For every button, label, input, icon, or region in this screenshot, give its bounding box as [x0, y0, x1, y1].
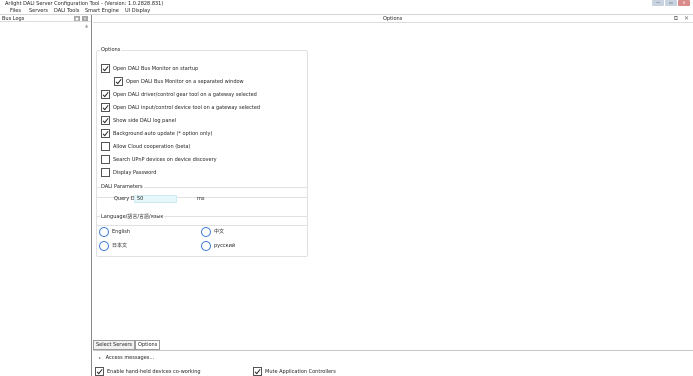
option-cloud-cooperation[interactable]: Allow Cloud cooperation (beta): [101, 141, 190, 152]
option-display-password[interactable]: Display Password: [101, 167, 156, 178]
language-label: русский: [214, 242, 236, 249]
option-label: Search UPnP devices on device discovery: [113, 156, 217, 163]
option-label: Show side DALI log panel: [113, 117, 177, 124]
option-driver-tool[interactable]: Open DALI driver/control gear tool on a …: [101, 89, 257, 100]
option-label: Background auto update (* option only): [113, 130, 213, 137]
query-delay-unit: ms: [197, 196, 205, 202]
menu-files[interactable]: Files: [10, 8, 21, 14]
checkbox-checked[interactable]: [101, 103, 110, 112]
panel-close-icon[interactable]: ✕: [82, 16, 88, 21]
language-label: 日本文: [112, 243, 128, 249]
bus-logs-title: Bus Logs: [2, 16, 25, 22]
menu-bar: Files Servers DALI Tools Smart Engine UI…: [0, 7, 693, 15]
radio-button[interactable]: [201, 226, 211, 237]
language-title: Language/語言/言語/язык: [101, 214, 164, 220]
access-messages-label: Access messages...: [105, 355, 155, 361]
enable-handheld-row[interactable]: Enable hand-held devices co-working: [95, 366, 201, 376]
language-japanese[interactable]: 日本文: [99, 240, 127, 251]
menu-smart-engine[interactable]: Smart Engine: [85, 8, 119, 14]
language-label: 中文: [214, 229, 225, 235]
title-bar: Arlight DALI Server Configuration Tool -…: [0, 0, 693, 7]
window-title: Arlight DALI Server Configuration Tool -…: [5, 0, 164, 7]
bus-logs-panel: Bus Logs ▣ ✕ ▲: [0, 15, 92, 376]
radio-button[interactable]: [201, 240, 211, 251]
language-english[interactable]: English: [99, 226, 130, 237]
menu-dali-tools[interactable]: DALI Tools: [54, 8, 79, 14]
bus-logs-header: Bus Logs ▣ ✕: [0, 15, 91, 22]
menu-ui-display[interactable]: UI Display: [125, 8, 150, 14]
dali-parameters-title: DALI Parameters: [101, 184, 143, 190]
maximize-button[interactable]: ▭: [665, 0, 677, 6]
option-label: Allow Cloud cooperation (beta): [113, 143, 191, 150]
options-header: Options ⧉ ✕: [93, 15, 693, 23]
tab-options[interactable]: Options: [135, 340, 161, 350]
options-panel-title: Options: [383, 16, 403, 22]
window-controls: — ▭ ✕: [652, 0, 690, 7]
option-label: Open DALI Bus Monitor on a separated win…: [126, 78, 244, 85]
collapse-arrow-icon[interactable]: ▸: [99, 355, 101, 360]
option-label: Display Password: [113, 169, 157, 176]
float-close-icons[interactable]: ⧉ ✕: [674, 15, 691, 23]
language-chinese[interactable]: 中文: [201, 226, 224, 237]
options-group-title: Options: [101, 47, 121, 53]
scroll-up-icon[interactable]: ▲: [85, 23, 88, 28]
minimize-button[interactable]: —: [652, 0, 664, 6]
option-upnp-search[interactable]: Search UPnP devices on device discovery: [101, 154, 217, 165]
enable-handheld-label: Enable hand-held devices co-working: [107, 368, 201, 375]
checkbox-checked[interactable]: [101, 64, 110, 73]
bottom-tab-strip: Select Servers Options: [93, 340, 161, 350]
option-label: Open DALI Bus Monitor on startup: [113, 65, 199, 72]
mute-controllers-label: Mute Application Controllers: [265, 368, 336, 375]
option-label: Open DALI driver/control gear tool on a …: [113, 91, 257, 98]
checkbox-checked[interactable]: [95, 367, 104, 376]
query-delay-input[interactable]: 50: [134, 195, 177, 203]
close-button[interactable]: ✕: [678, 0, 690, 6]
options-panel: Options ⧉ ✕ Options Open DALI Bus Monito…: [93, 15, 693, 376]
option-label: Open DALI input/control device tool on a…: [113, 104, 261, 111]
option-open-bus-monitor[interactable]: Open DALI Bus Monitor on startup: [101, 63, 198, 74]
tab-select-servers[interactable]: Select Servers: [93, 340, 136, 350]
checkbox-checked[interactable]: [101, 129, 110, 138]
menu-servers[interactable]: Servers: [29, 8, 48, 14]
language-label: English: [112, 228, 131, 235]
checkbox-checked[interactable]: [253, 367, 262, 376]
option-background-update[interactable]: Background auto update (* option only): [101, 128, 212, 139]
checkbox-checked[interactable]: [101, 116, 110, 125]
radio-button[interactable]: [99, 240, 109, 251]
bus-logs-scrollbar[interactable]: ▲: [85, 23, 90, 375]
checkbox-unchecked[interactable]: [101, 142, 110, 151]
option-input-tool[interactable]: Open DALI input/control device tool on a…: [101, 102, 260, 113]
mute-controllers-row[interactable]: Mute Application Controllers: [253, 366, 336, 376]
radio-button[interactable]: [99, 226, 109, 237]
option-show-log-panel[interactable]: Show side DALI log panel: [101, 115, 176, 126]
option-separated-window[interactable]: Open DALI Bus Monitor on a separated win…: [114, 76, 244, 87]
checkbox-unchecked[interactable]: [101, 155, 110, 164]
checkbox-unchecked[interactable]: [101, 168, 110, 177]
language-russian[interactable]: русский: [201, 240, 235, 251]
checkbox-checked[interactable]: [114, 77, 123, 86]
dock-icon[interactable]: ▣: [74, 16, 80, 21]
checkbox-checked[interactable]: [101, 90, 110, 99]
bottom-panel: ▸ Access messages... Enable hand-held de…: [93, 351, 693, 376]
access-messages[interactable]: ▸ Access messages...: [99, 355, 154, 361]
